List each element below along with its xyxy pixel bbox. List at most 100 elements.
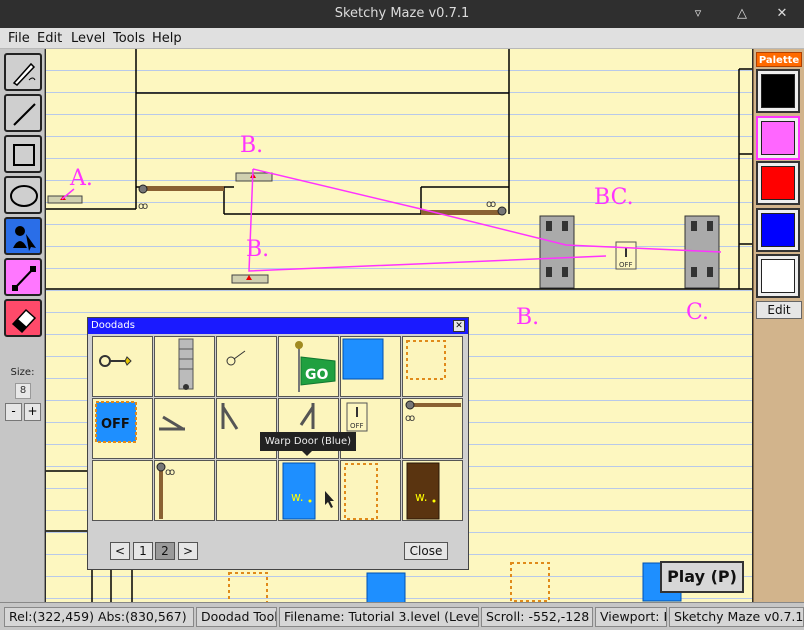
doodad-off-block[interactable]: OFF [92,398,153,459]
swatch-blue[interactable] [756,208,800,252]
maximize-icon[interactable]: △ [732,4,752,24]
doodad-small-key[interactable] [216,336,277,397]
doodad-empty[interactable] [92,460,153,521]
menu-level[interactable]: Level [71,31,105,46]
pencil-icon [12,62,36,86]
crusher-icon: ꝏ [405,400,461,424]
crusher-icon: ꝏ [156,462,175,519]
small-key-icon [226,350,246,366]
status-rel: Rel:(322,459) [9,609,94,624]
svg-text:ꝏ: ꝏ [138,201,148,212]
svg-text:w.: w. [291,490,304,504]
line-icon [13,103,36,126]
annotation-bc: BC. [594,185,634,210]
annotation-a: A. [69,166,93,191]
close-icon[interactable]: ✕ [453,320,465,332]
menu-help[interactable]: Help [152,31,182,46]
ellipse-icon [10,185,38,207]
blue-door-icon: w. [282,462,334,520]
status-coordinates: Rel:(322,459) Abs:(830,567) [4,607,194,627]
off-block-label: OFF [101,417,130,432]
annotation-labels: A. B. B. BC. B. C. [69,133,709,330]
dotted-block-icon [406,340,446,380]
empty-icon [217,461,278,522]
close-icon[interactable]: ✕ [772,4,792,24]
size-label: Size: [10,367,35,378]
window-titlebar: Sketchy Maze v0.7.1 ▿ △ ✕ [0,0,804,28]
palette-edit-button[interactable]: Edit [756,301,802,319]
menu-edit[interactable]: Edit [37,31,62,46]
trapdoor-icon [159,415,185,431]
doodad-empty-2[interactable] [216,460,277,521]
doodads-page-1-button[interactable]: 1 [133,542,153,560]
ellipse-tool[interactable] [4,176,42,214]
svg-text:w.: w. [415,490,428,504]
svg-text:ꝏ: ꝏ [405,413,415,424]
size-value: 8 [15,383,31,399]
switch-icon-label: OFF [350,422,364,430]
swatch-white[interactable] [756,254,800,298]
doodad-warp-door-blue[interactable]: w. [278,460,339,521]
flag-label: GO [305,367,328,383]
play-button[interactable]: Play (P) [660,561,744,593]
line-tool[interactable] [4,94,42,132]
link-tool[interactable] [4,258,42,296]
doodad-warp-door-orange[interactable] [340,460,401,521]
key-icon [99,355,132,367]
pencil-tool[interactable] [4,53,42,91]
doodad-trapdoor-down[interactable] [154,398,215,459]
doodad-start-flag[interactable]: GO [278,336,339,397]
menu-tools[interactable]: Tools [113,31,145,46]
doodads-window-title: Doodads [88,318,468,334]
eraser-icon [11,308,37,334]
doodad-crusher-left[interactable]: ꝏ [402,398,463,459]
crusher-doodads: ꝏ ꝏ [138,184,507,216]
solid-block-icon [342,338,384,380]
doodad-crusher-down[interactable]: ꝏ [154,460,215,521]
dotted-door-icon [344,463,378,520]
swatch-black-fill [761,74,795,108]
brown-door-icon: w. [406,462,440,520]
svg-text:ꝏ: ꝏ [165,467,175,478]
swatch-black[interactable] [756,69,800,113]
doodads-page-2-button[interactable]: 2 [155,542,175,560]
tool-toolbar: Size: 8 - + [0,49,45,602]
flag-icon: GO [295,341,336,392]
annotation-b-bottom: B. [516,305,539,330]
rectangle-tool[interactable] [4,135,42,173]
doodad-tooltip: Warp Door (Blue) [260,432,356,456]
eraser-tool[interactable] [4,299,42,337]
annotation-c: C. [686,300,709,325]
status-version: Sketchy Maze v0.7.1 [669,607,804,627]
doodad-on-block[interactable] [340,336,401,397]
status-viewport: Viewport: F [595,607,667,627]
empty-icon [93,461,154,522]
switch-doodad: OFF [615,241,637,270]
swatch-blue-fill [761,213,795,247]
size-decrease-button[interactable]: - [5,403,22,421]
actor-icon [13,226,36,251]
rectangle-icon [13,144,35,166]
status-filename: Filename: Tutorial 3.level (Level) [279,607,479,627]
doodads-prev-page-button[interactable]: < [110,542,130,560]
doodad-warp-door-brown[interactable]: w. [402,460,463,521]
size-increase-button[interactable]: + [24,403,41,421]
actor-tool[interactable] [4,217,42,255]
minimize-icon[interactable]: ▿ [688,4,708,24]
menu-file[interactable]: File [8,31,30,46]
status-tool: Doodad Tool [196,607,277,627]
status-scroll: Scroll: -552,-128 [481,607,593,627]
swatch-red[interactable] [756,161,800,205]
swatch-white-fill [761,259,795,293]
window-title: Sketchy Maze v0.7.1 [334,6,470,21]
doodad-key[interactable] [92,336,153,397]
swatch-pink[interactable] [756,116,800,160]
off-block-icon: OFF [95,401,137,443]
link-icon [12,266,36,291]
doodads-next-page-button[interactable]: > [178,542,198,560]
doodad-dotted-block[interactable] [402,336,463,397]
doodads-close-button[interactable]: Close [404,542,448,560]
palette-panel: Palette Edit [753,49,804,602]
doodad-electric-door[interactable] [154,336,215,397]
switch-label: OFF [619,261,633,269]
